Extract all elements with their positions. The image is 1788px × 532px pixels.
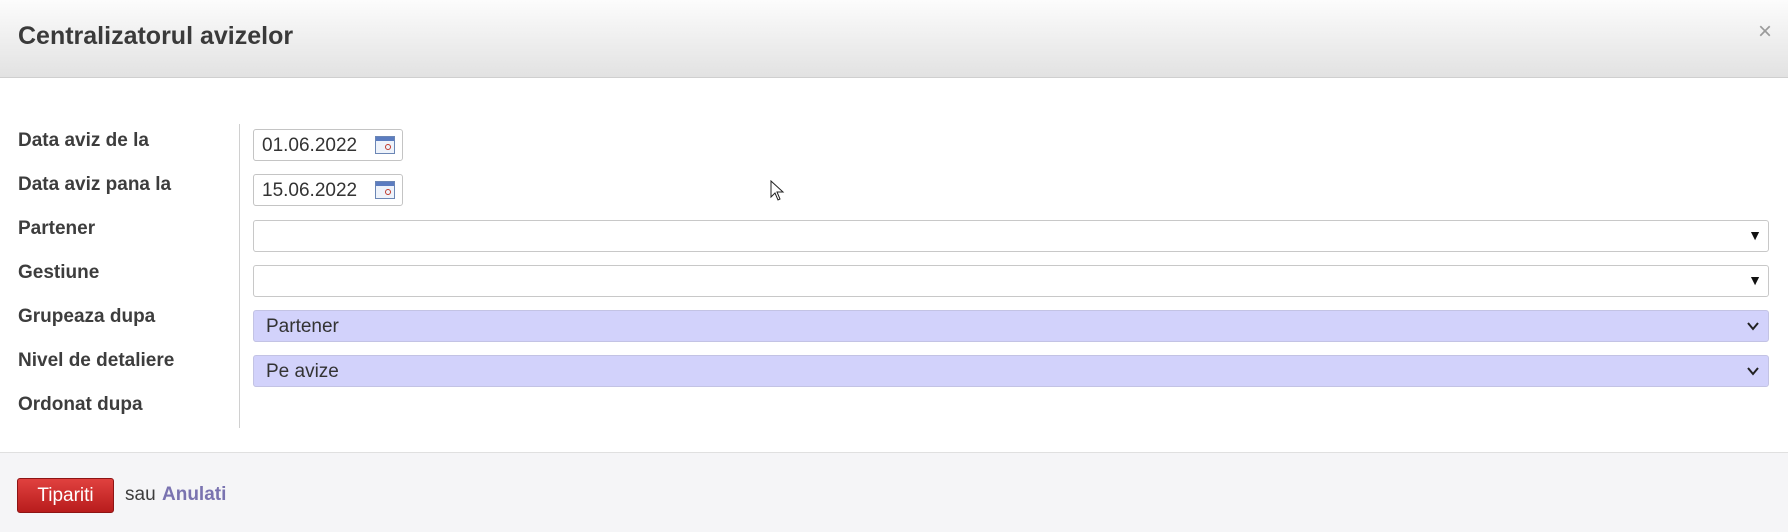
partner-input[interactable]: ▼ [253, 220, 1769, 252]
mouse-pointer-icon [770, 180, 785, 201]
dialog-header: Centralizatorul avizelor × [0, 0, 1788, 78]
date-to-value: 15.06.2022 [262, 180, 358, 201]
date-from-value: 01.06.2022 [262, 135, 358, 156]
close-icon[interactable]: × [1758, 18, 1772, 46]
cancel-link[interactable]: Anulati [162, 484, 226, 506]
dropdown-arrow-icon[interactable]: ▼ [1748, 272, 1762, 288]
label-partner: Partener [18, 218, 96, 239]
date-to-field[interactable]: 15.06.2022 [253, 174, 403, 206]
label-group-by: Grupeaza dupa [18, 306, 156, 327]
form-divider [239, 124, 240, 428]
label-date-from: Data aviz de la [18, 130, 149, 151]
group-by-select[interactable]: Partener [253, 310, 1769, 342]
detail-level-value: Pe avize [266, 361, 339, 382]
dialog-title: Centralizatorul avizelor [18, 22, 294, 50]
calendar-icon[interactable] [375, 181, 395, 199]
chevron-down-icon [1747, 322, 1759, 331]
label-date-to: Data aviz pana la [18, 174, 172, 195]
dialog-footer: Tipariti sau Anulati [0, 452, 1788, 532]
chevron-down-icon [1747, 367, 1759, 376]
label-warehouse: Gestiune [18, 262, 100, 283]
warehouse-input[interactable]: ▼ [253, 265, 1769, 297]
label-detail-level: Nivel de detaliere [18, 350, 175, 371]
group-by-value: Partener [266, 316, 339, 337]
report-dialog: Centralizatorul avizelor × Data aviz de … [0, 0, 1788, 532]
label-order-by: Ordonat dupa [18, 394, 143, 415]
detail-level-select[interactable]: Pe avize [253, 355, 1769, 387]
calendar-icon[interactable] [375, 136, 395, 154]
dropdown-arrow-icon[interactable]: ▼ [1748, 227, 1762, 243]
print-button[interactable]: Tipariti [17, 478, 114, 513]
or-separator: sau [125, 484, 156, 505]
date-from-field[interactable]: 01.06.2022 [253, 129, 403, 161]
